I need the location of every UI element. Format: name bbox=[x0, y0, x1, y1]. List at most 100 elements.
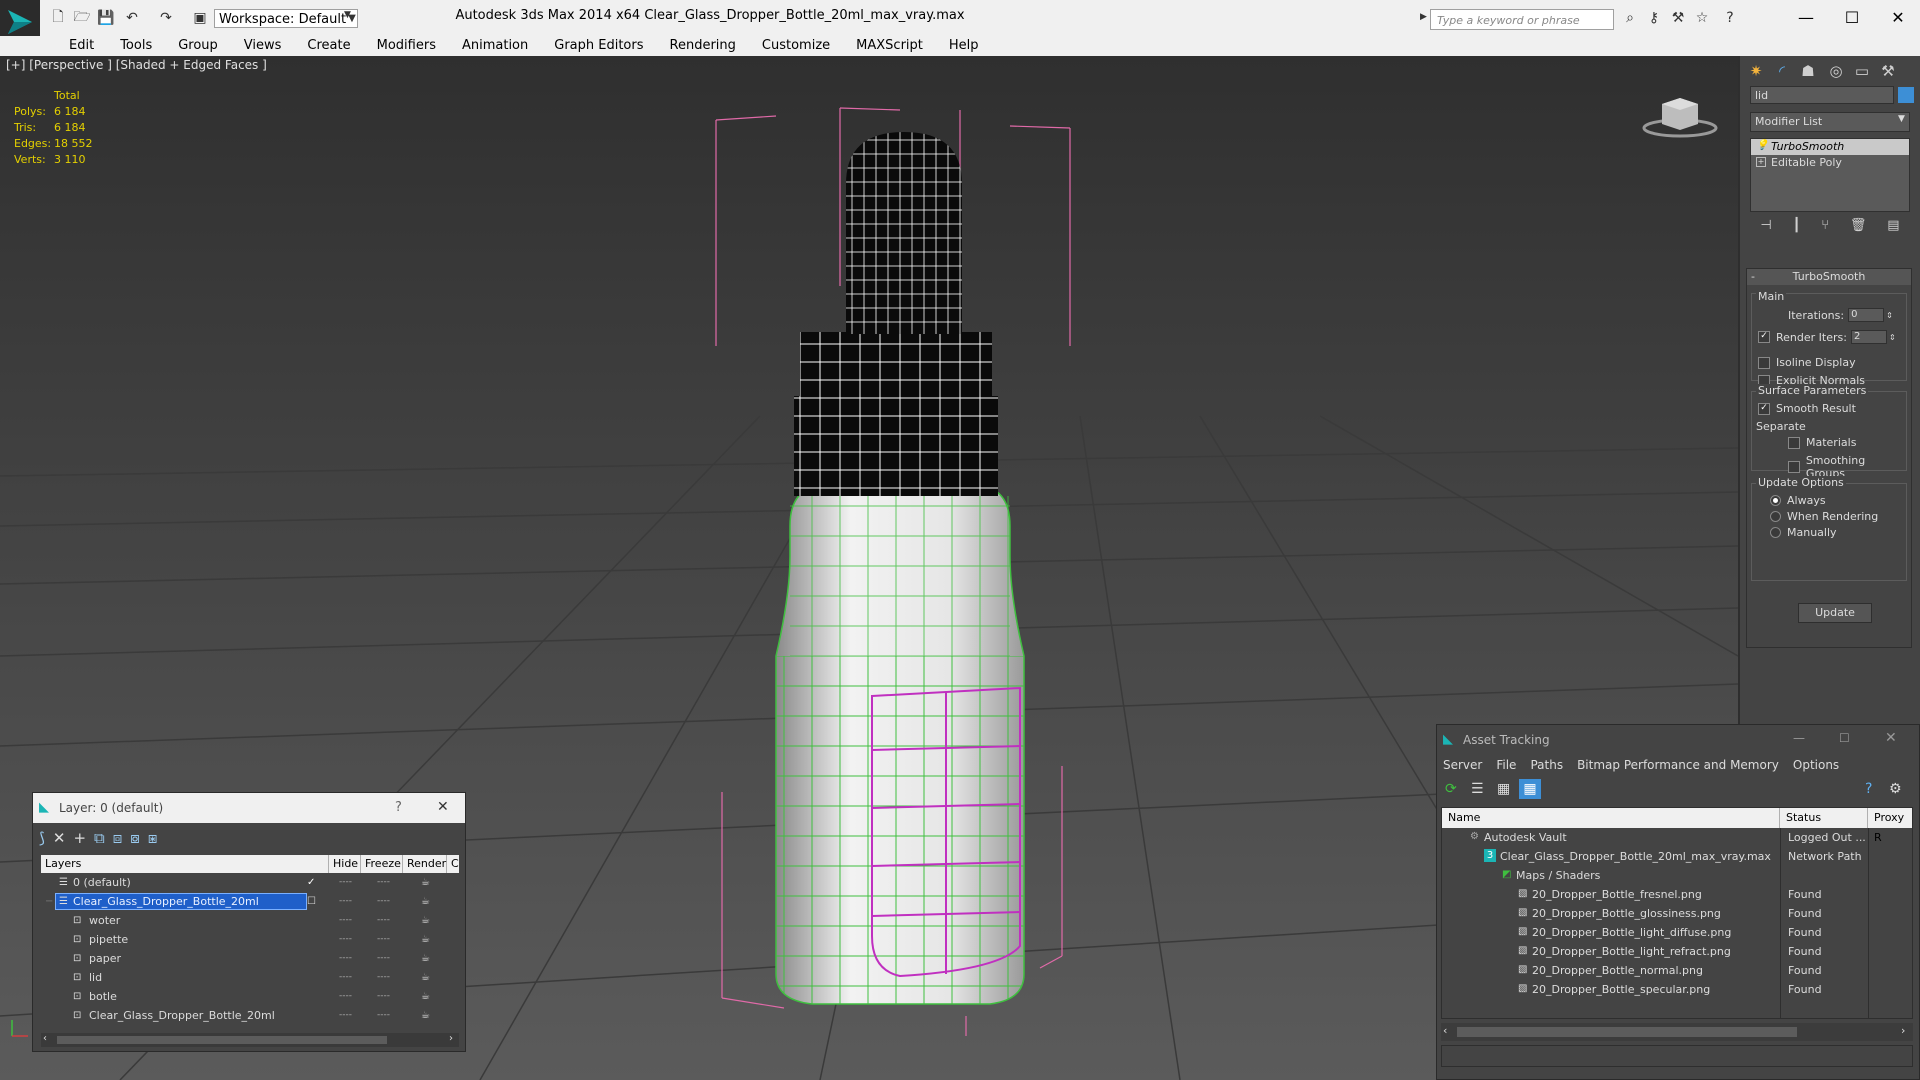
smooth-result-checkbox[interactable]: ✓ bbox=[1758, 402, 1770, 415]
asset-row[interactable]: ▧ 20_Dropper_Bottle_normal.png Found bbox=[1442, 961, 1912, 980]
favorites-icon[interactable]: ☆ bbox=[1692, 9, 1712, 27]
asset-tracking-titlebar[interactable]: ◣ Asset Tracking — ☐ ✕ bbox=[1437, 725, 1919, 755]
add-to-layer-icon[interactable]: + bbox=[73, 829, 86, 847]
asset-row[interactable]: ▧ 20_Dropper_Bottle_fresnel.png Found bbox=[1442, 885, 1912, 904]
scroll-right-icon[interactable]: › bbox=[1901, 1024, 1905, 1037]
freeze-toggle[interactable]: ---- bbox=[377, 892, 390, 911]
menu-tools[interactable]: Tools bbox=[107, 36, 165, 56]
menu-graph-editors[interactable]: Graph Editors bbox=[541, 36, 656, 56]
hierarchy-tab-icon[interactable]: ☗ bbox=[1796, 60, 1820, 82]
set-active-box-icon[interactable]: ☐ bbox=[307, 892, 316, 911]
hide-toggle[interactable]: ---- bbox=[339, 1006, 352, 1025]
stack-item-turbosmooth[interactable]: 💡 TurboSmooth bbox=[1751, 139, 1909, 155]
menu-maxscript[interactable]: MAXScript bbox=[843, 36, 936, 56]
render-teapot-icon[interactable]: ☕ bbox=[421, 968, 430, 987]
scroll-left-icon[interactable]: ‹ bbox=[1443, 1024, 1447, 1037]
maximize-icon[interactable]: ☐ bbox=[1839, 731, 1850, 745]
help-icon[interactable]: ? bbox=[1865, 781, 1872, 797]
close-icon[interactable]: ✕ bbox=[1878, 6, 1918, 30]
highlight-layer-icon[interactable]: ⧈ bbox=[113, 829, 123, 847]
menu-server[interactable]: Server bbox=[1443, 755, 1482, 775]
modifier-list-dropdown[interactable]: Modifier List bbox=[1750, 112, 1910, 132]
layer-row[interactable]: − ☰ Clear_Glass_Dropper_Bottle_20ml ☐ --… bbox=[41, 892, 459, 911]
delete-layer-icon[interactable]: ✕ bbox=[53, 829, 66, 847]
search-input[interactable]: Type a keyword or phrase bbox=[1430, 9, 1614, 30]
spinner-arrows-icon[interactable]: ⇕ bbox=[1886, 311, 1893, 320]
freeze-toggle[interactable]: ---- bbox=[377, 930, 390, 949]
always-radio[interactable] bbox=[1770, 495, 1781, 506]
column-proxy[interactable]: Proxy R bbox=[1868, 808, 1912, 844]
communication-icon[interactable]: ⚒ bbox=[1668, 9, 1688, 27]
utilities-tab-icon[interactable]: ⚒ bbox=[1876, 60, 1900, 82]
close-icon[interactable]: ✕ bbox=[437, 799, 449, 815]
binoculars-icon[interactable]: ⌕ bbox=[1620, 9, 1640, 27]
scroll-left-icon[interactable]: ‹ bbox=[43, 1033, 47, 1044]
make-unique-icon[interactable]: ⑂ bbox=[1821, 218, 1829, 238]
rollout-header[interactable]: - TurboSmooth bbox=[1747, 269, 1911, 285]
render-teapot-icon[interactable]: ☕ bbox=[421, 892, 430, 911]
table-view-icon[interactable]: ▦ bbox=[1519, 779, 1541, 799]
list-view-icon[interactable]: ☰ bbox=[1471, 781, 1484, 797]
layer-row[interactable]: ⊡ Clear_Glass_Dropper_Bottle_20ml ---- -… bbox=[41, 1006, 459, 1025]
freeze-toggle[interactable]: ---- bbox=[377, 873, 390, 892]
object-color-swatch[interactable] bbox=[1898, 87, 1914, 103]
menu-create[interactable]: Create bbox=[294, 36, 363, 56]
refresh-icon[interactable]: ⟳ bbox=[1445, 781, 1457, 797]
freeze-toggle[interactable]: ---- bbox=[377, 1006, 390, 1025]
show-end-result-icon[interactable]: ┃ bbox=[1793, 218, 1801, 238]
hide-toggle[interactable]: ---- bbox=[339, 949, 352, 968]
iterations-spinner[interactable]: 0 bbox=[1848, 308, 1885, 322]
freeze-toggle[interactable]: ---- bbox=[377, 987, 390, 1006]
layer-row[interactable]: ⊡ lid ---- ---- ☕ bbox=[41, 968, 459, 987]
pin-stack-icon[interactable]: ⊣ bbox=[1760, 218, 1771, 238]
hide-toggle[interactable]: ---- bbox=[339, 930, 352, 949]
render-teapot-icon[interactable]: ☕ bbox=[421, 873, 430, 892]
menu-group[interactable]: Group bbox=[165, 36, 231, 56]
minimize-icon[interactable]: — bbox=[1793, 731, 1805, 745]
expand-plus-icon[interactable]: + bbox=[1756, 157, 1766, 167]
menu-animation[interactable]: Animation bbox=[449, 36, 541, 56]
menu-modifiers[interactable]: Modifiers bbox=[364, 36, 449, 56]
column-freeze[interactable]: Freeze bbox=[361, 855, 403, 873]
hide-toggle[interactable]: ---- bbox=[339, 892, 352, 911]
collapse-minus-icon[interactable]: − bbox=[45, 892, 53, 911]
column-status[interactable]: Status bbox=[1780, 808, 1868, 828]
menu-rendering[interactable]: Rendering bbox=[657, 36, 749, 56]
menu-paths[interactable]: Paths bbox=[1530, 755, 1563, 775]
stack-item-editable-poly[interactable]: + Editable Poly bbox=[1751, 155, 1909, 171]
menu-bitmap-performance[interactable]: Bitmap Performance and Memory bbox=[1577, 755, 1779, 775]
render-iters-checkbox[interactable]: ✓ bbox=[1758, 331, 1770, 343]
freeze-toggle[interactable]: ---- bbox=[377, 911, 390, 930]
help-icon[interactable]: ? bbox=[1720, 9, 1740, 27]
asset-row[interactable]: ▧ 20_Dropper_Bottle_glossiness.png Found bbox=[1442, 904, 1912, 923]
asset-row[interactable]: ◩ Maps / Shaders bbox=[1442, 866, 1912, 885]
menu-help[interactable]: Help bbox=[936, 36, 992, 56]
render-teapot-icon[interactable]: ☕ bbox=[421, 911, 430, 930]
column-render[interactable]: Render bbox=[403, 855, 447, 873]
menu-file[interactable]: File bbox=[1496, 755, 1516, 775]
column-layers[interactable]: Layers bbox=[41, 855, 329, 873]
hide-toggle[interactable]: ---- bbox=[339, 987, 352, 1006]
remove-modifier-icon[interactable]: 🗑 bbox=[1850, 218, 1867, 238]
lightbulb-icon[interactable]: 💡 bbox=[1756, 141, 1768, 151]
asset-row[interactable]: ▧ 20_Dropper_Bottle_light_diffuse.png Fo… bbox=[1442, 923, 1912, 942]
render-teapot-icon[interactable]: ☕ bbox=[421, 930, 430, 949]
layer-row[interactable]: ☰ 0 (default) ✓ ---- ---- ☕ bbox=[41, 873, 459, 892]
materials-checkbox[interactable] bbox=[1788, 436, 1800, 449]
viewcube-icon[interactable] bbox=[1640, 90, 1720, 140]
isoline-checkbox[interactable] bbox=[1758, 356, 1770, 369]
hide-all-layers-icon[interactable]: ⧇ bbox=[130, 829, 140, 847]
active-layer-check-icon[interactable]: ✓ bbox=[307, 873, 315, 892]
column-name[interactable]: Name bbox=[1442, 808, 1780, 828]
layer-row[interactable]: ⊡ pipette ---- ---- ☕ bbox=[41, 930, 459, 949]
scroll-right-icon[interactable]: › bbox=[449, 1033, 453, 1044]
close-icon[interactable]: ✕ bbox=[1885, 730, 1897, 746]
layer-dialog-titlebar[interactable]: ◣ Layer: 0 (default) ? ✕ bbox=[33, 793, 465, 823]
freeze-toggle[interactable]: ---- bbox=[377, 968, 390, 987]
viewport-label[interactable]: [+] [Perspective ] [Shaded + Edged Faces… bbox=[6, 58, 267, 72]
settings-icon[interactable]: ⚙ bbox=[1889, 781, 1902, 797]
freeze-all-layers-icon[interactable]: ⧆ bbox=[148, 829, 158, 847]
column-hide[interactable]: Hide bbox=[329, 855, 361, 873]
when-rendering-radio[interactable] bbox=[1770, 511, 1781, 522]
asset-row[interactable]: ▧ 20_Dropper_Bottle_specular.png Found bbox=[1442, 980, 1912, 999]
